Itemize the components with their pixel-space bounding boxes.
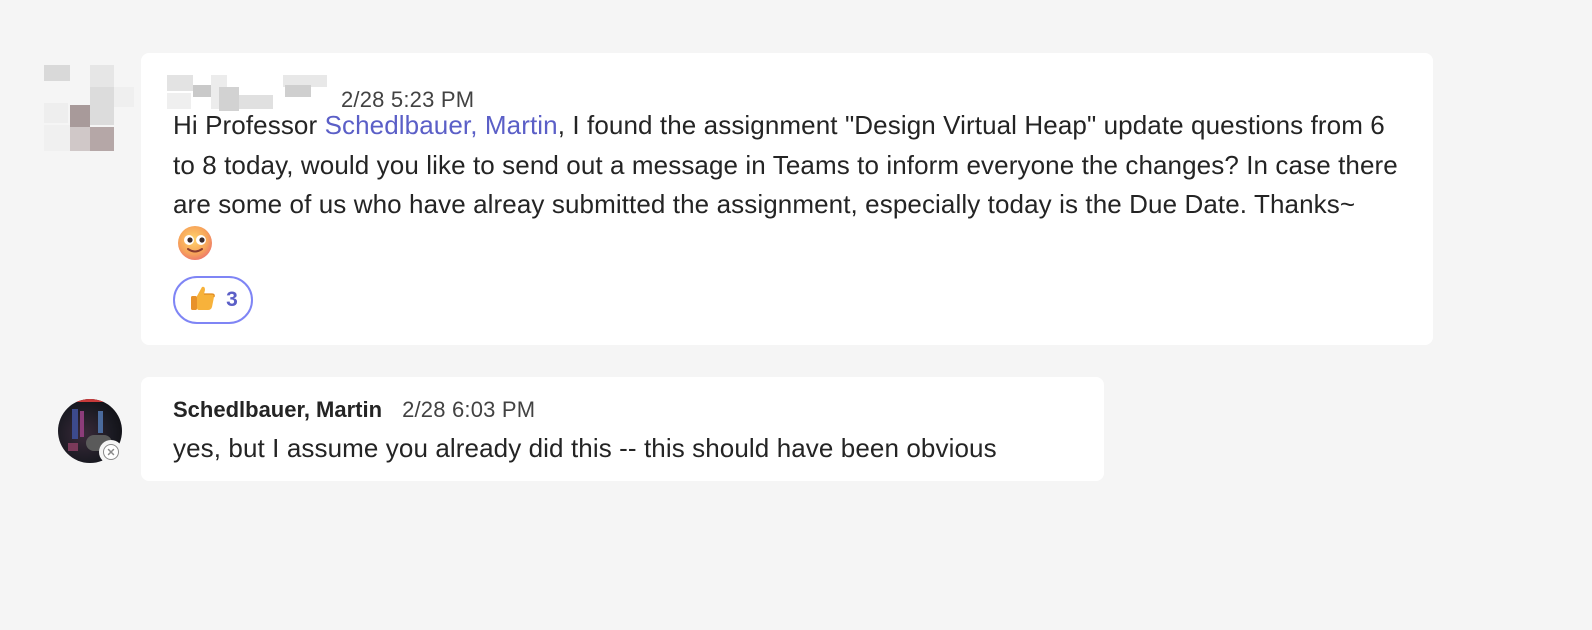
slightly-smiling-face-emoji [177, 225, 213, 261]
message-header: Schedlbauer, Martin 2/28 6:03 PM [173, 397, 1072, 427]
message-body: Hi Professor Schedlbauer, Martin, I foun… [173, 106, 1401, 264]
redacted-author-name [167, 75, 327, 111]
chat-thread: 2/28 5:23 PM Hi Professor Schedlbauer, M… [0, 0, 1592, 630]
message-text-start: Hi Professor [173, 110, 325, 140]
reaction-thumbs-up-button[interactable]: 3 [173, 276, 253, 324]
message-timestamp: 2/28 6:03 PM [402, 397, 536, 422]
message-header: 2/28 5:23 PM [167, 71, 1401, 112]
message-bubble[interactable]: 2/28 5:23 PM Hi Professor Schedlbauer, M… [141, 53, 1433, 345]
mention-link[interactable]: Schedlbauer, Martin [325, 110, 558, 140]
reaction-count: 3 [226, 288, 238, 311]
presence-offline-icon [99, 440, 123, 464]
message-body: yes, but I assume you already did this -… [173, 433, 997, 463]
thumbs-up-icon [188, 283, 218, 318]
message-bubble[interactable]: Schedlbauer, Martin 2/28 6:03 PM yes, bu… [141, 377, 1104, 481]
author-name[interactable]: Schedlbauer, Martin [173, 397, 382, 423]
avatar[interactable] [44, 65, 134, 155]
